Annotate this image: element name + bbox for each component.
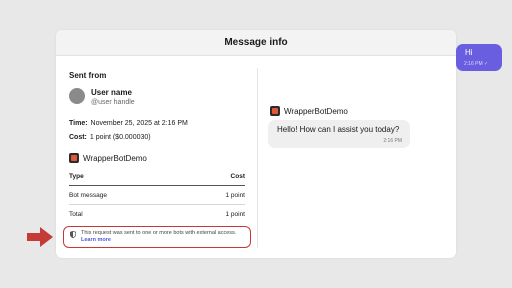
cost-label: Cost: xyxy=(69,134,87,141)
column-header-cost: Cost xyxy=(230,172,245,180)
cost-row: Cost: 1 point ($0.000030) xyxy=(69,134,151,141)
bot-name[interactable]: WrapperBotDemo xyxy=(83,154,147,163)
table-header-row: Type Cost xyxy=(69,167,245,186)
learn-more-link[interactable]: Learn more xyxy=(81,237,111,243)
arrow-right-icon xyxy=(27,227,53,247)
shield-icon xyxy=(70,231,76,238)
avatar[interactable] xyxy=(69,88,85,104)
outgoing-message-text: Hi xyxy=(465,48,473,57)
table-row: Bot message 1 point xyxy=(69,186,245,205)
sent-from-heading: Sent from xyxy=(69,71,107,80)
time-row: Time: November 25, 2025 at 2:16 PM xyxy=(69,120,188,127)
bot-avatar-icon xyxy=(69,153,79,163)
user-handle: @user handle xyxy=(91,99,135,106)
bot-avatar-icon xyxy=(270,106,280,116)
outgoing-time-value: 2:16 PM xyxy=(464,61,483,67)
modal-title: Message info xyxy=(224,37,288,48)
row-cost: 1 point xyxy=(225,191,245,199)
table-row-total: Total 1 point xyxy=(69,205,245,224)
modal-header: Message info xyxy=(56,30,456,56)
user-name[interactable]: User name xyxy=(91,88,132,97)
notice-text: This request was sent to one or more bot… xyxy=(81,230,237,236)
outgoing-message-bubble[interactable]: Hi 2:16 PM ✓ xyxy=(456,44,502,71)
cost-table: Type Cost Bot message 1 point Total 1 po… xyxy=(69,167,245,224)
notice-text-block: This request was sent to one or more bot… xyxy=(81,230,246,244)
check-icon: ✓ xyxy=(484,61,489,67)
bot-name-chat[interactable]: WrapperBotDemo xyxy=(284,107,348,116)
external-access-notice: This request was sent to one or more bot… xyxy=(63,226,251,248)
row-cost: 1 point xyxy=(225,211,245,218)
column-header-type: Type xyxy=(69,172,84,180)
outgoing-message-time: 2:16 PM ✓ xyxy=(464,61,488,67)
row-type: Bot message xyxy=(69,191,107,199)
cost-value: 1 point ($0.000030) xyxy=(89,134,151,141)
row-type: Total xyxy=(69,211,83,218)
incoming-message-bubble[interactable]: Hello! How can I assist you today? 2:16 … xyxy=(268,120,410,148)
bot-identity-chat[interactable]: WrapperBotDemo xyxy=(270,106,348,116)
column-divider xyxy=(257,68,258,248)
incoming-message-text: Hello! How can I assist you today? xyxy=(277,125,400,134)
time-value: November 25, 2025 at 2:16 PM xyxy=(90,120,188,127)
incoming-message-time: 2:16 PM xyxy=(383,138,402,144)
time-label: Time: xyxy=(69,120,88,127)
bot-identity[interactable]: WrapperBotDemo xyxy=(69,153,147,163)
